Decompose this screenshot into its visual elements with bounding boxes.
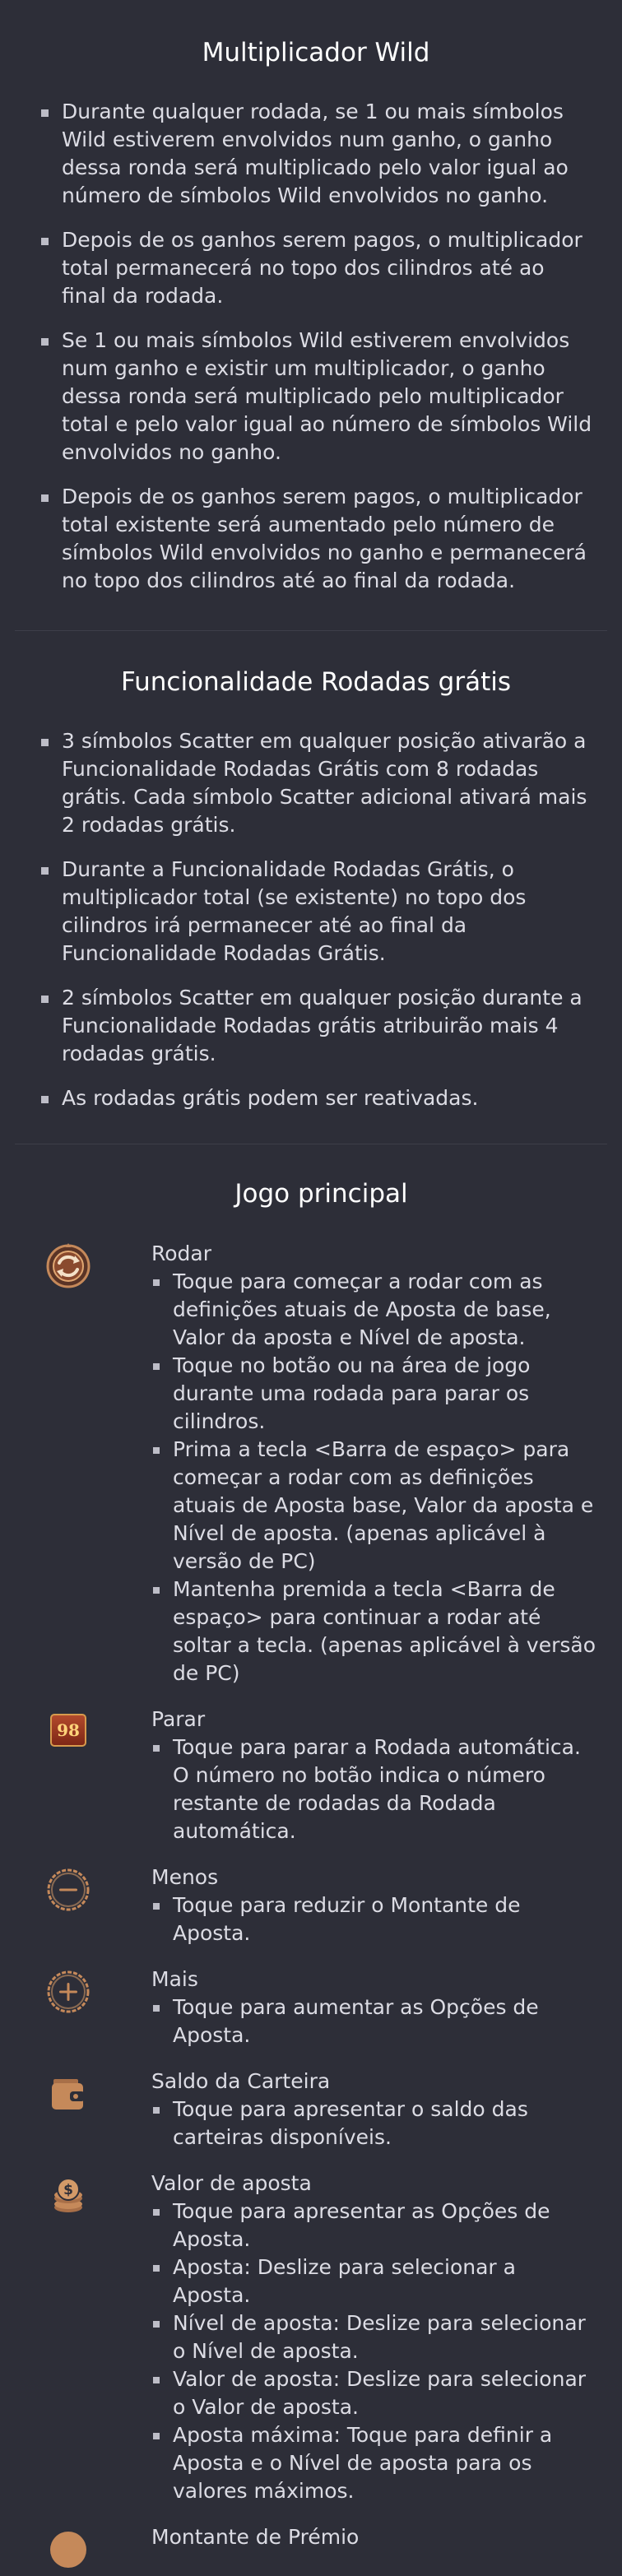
- entry-list: Toque para apresentar as Opções de Apost…: [151, 2198, 597, 2505]
- minus-icon: [45, 1867, 91, 1913]
- entry-list: Toque para apresentar o saldo das cartei…: [151, 2096, 597, 2151]
- wild-multiplier-list: Durante qualquer rodada, se 1 ou mais sí…: [39, 98, 592, 595]
- entry-title-minus: Menos: [151, 1865, 219, 1889]
- svg-text:$: $: [63, 2182, 73, 2198]
- wallet-icon: [45, 2071, 91, 2117]
- entry-body: Montante de Prémio: [151, 2523, 597, 2551]
- list-item: Toque para parar a Rodada automática. O …: [151, 1734, 597, 1845]
- entry-body: Parar Toque para parar a Rodada automáti…: [151, 1706, 597, 1845]
- autospin-counter-icon: 98: [45, 1709, 91, 1755]
- main-game-section: Jogo principal Rodar Toque para começar …: [0, 1144, 622, 2573]
- section-title-main-game: Jogo principal: [234, 1179, 408, 1209]
- spin-icon: [45, 1243, 91, 1289]
- entry-bet-value: $ Valor de aposta Toque para apresentar …: [45, 2170, 597, 2505]
- list-item: Aposta máxima: Toque para definir a Apos…: [151, 2421, 597, 2505]
- entry-stop: 98 Parar Toque para parar a Rodada autom…: [45, 1706, 597, 1845]
- entry-minus: Menos Toque para reduzir o Montante de A…: [45, 1864, 597, 1947]
- autospin-count-badge: 98: [50, 1714, 86, 1747]
- list-item: Toque para apresentar as Opções de Apost…: [151, 2198, 597, 2253]
- list-item: As rodadas grátis podem ser reativadas.: [39, 1084, 592, 1112]
- section-title-wild-multiplier: Multiplicador Wild: [202, 38, 430, 67]
- entry-title-wallet: Saldo da Carteira: [151, 2069, 331, 2093]
- entry-list: Toque para parar a Rodada automática. O …: [151, 1734, 597, 1845]
- entry-body: Saldo da Carteira Toque para apresentar …: [151, 2068, 597, 2151]
- help-page: Multiplicador Wild Durante qualquer roda…: [0, 0, 622, 2573]
- list-item: Durante qualquer rodada, se 1 ou mais sí…: [39, 98, 592, 210]
- list-item: Nível de aposta: Deslize para selecionar…: [151, 2309, 597, 2365]
- list-item: Toque no botão ou na área de jogo durant…: [151, 1352, 597, 1436]
- entry-bonus-amount: Montante de Prémio: [45, 2523, 597, 2573]
- list-item: 3 símbolos Scatter em qualquer posição a…: [39, 727, 592, 839]
- main-game-entries: Rodar Toque para começar a rodar com as …: [45, 1240, 597, 2573]
- coins-icon: $: [45, 2173, 91, 2219]
- list-item: Aposta: Deslize para selecionar a Aposta…: [151, 2253, 597, 2309]
- entry-list: Toque para começar a rodar com as defini…: [151, 1268, 597, 1687]
- bonus-amount-icon: [45, 2527, 91, 2573]
- list-item: Depois de os ganhos serem pagos, o multi…: [39, 483, 592, 595]
- entry-list: Toque para reduzir o Montante de Aposta.: [151, 1891, 597, 1947]
- free-spins-section: Funcionalidade Rodadas grátis 3 símbolos…: [0, 631, 622, 1144]
- entry-title-bonus-amount: Montante de Prémio: [151, 2525, 360, 2549]
- entry-body: Menos Toque para reduzir o Montante de A…: [151, 1864, 597, 1947]
- entry-spin: Rodar Toque para começar a rodar com as …: [45, 1240, 597, 1687]
- entry-plus: Mais Toque para aumentar as Opções de Ap…: [45, 1966, 597, 2049]
- list-item: Toque para reduzir o Montante de Aposta.: [151, 1891, 597, 1947]
- entry-body: Mais Toque para aumentar as Opções de Ap…: [151, 1966, 597, 2049]
- entry-title-spin: Rodar: [151, 1242, 212, 1265]
- list-item: Se 1 ou mais símbolos Wild estiverem env…: [39, 327, 592, 466]
- entry-title-plus: Mais: [151, 1967, 198, 1991]
- list-item: Depois de os ganhos serem pagos, o multi…: [39, 226, 592, 310]
- list-item: Toque para começar a rodar com as defini…: [151, 1268, 597, 1352]
- plus-icon: [45, 1969, 91, 2015]
- entry-wallet: Saldo da Carteira Toque para apresentar …: [45, 2068, 597, 2151]
- entry-body: Rodar Toque para começar a rodar com as …: [151, 1240, 597, 1687]
- list-item: Toque para aumentar as Opções de Aposta.: [151, 1993, 597, 2049]
- list-item: Prima a tecla <Barra de espaço> para com…: [151, 1436, 597, 1576]
- entry-list: Toque para aumentar as Opções de Aposta.: [151, 1993, 597, 2049]
- list-item: 2 símbolos Scatter em qualquer posição d…: [39, 984, 592, 1068]
- free-spins-list: 3 símbolos Scatter em qualquer posição a…: [39, 727, 592, 1112]
- list-item: Durante a Funcionalidade Rodadas Grátis,…: [39, 856, 592, 968]
- list-item: Mantenha premida a tecla <Barra de espaç…: [151, 1576, 597, 1687]
- list-item: Valor de aposta: Deslize para selecionar…: [151, 2365, 597, 2421]
- entry-title-bet-value: Valor de aposta: [151, 2171, 312, 2195]
- entry-body: Valor de aposta Toque para apresentar as…: [151, 2170, 597, 2505]
- section-title-free-spins: Funcionalidade Rodadas grátis: [120, 667, 511, 697]
- wild-multiplier-section: Multiplicador Wild Durante qualquer roda…: [0, 0, 622, 630]
- entry-title-stop: Parar: [151, 1707, 206, 1731]
- list-item: Toque para apresentar o saldo das cartei…: [151, 2096, 597, 2151]
